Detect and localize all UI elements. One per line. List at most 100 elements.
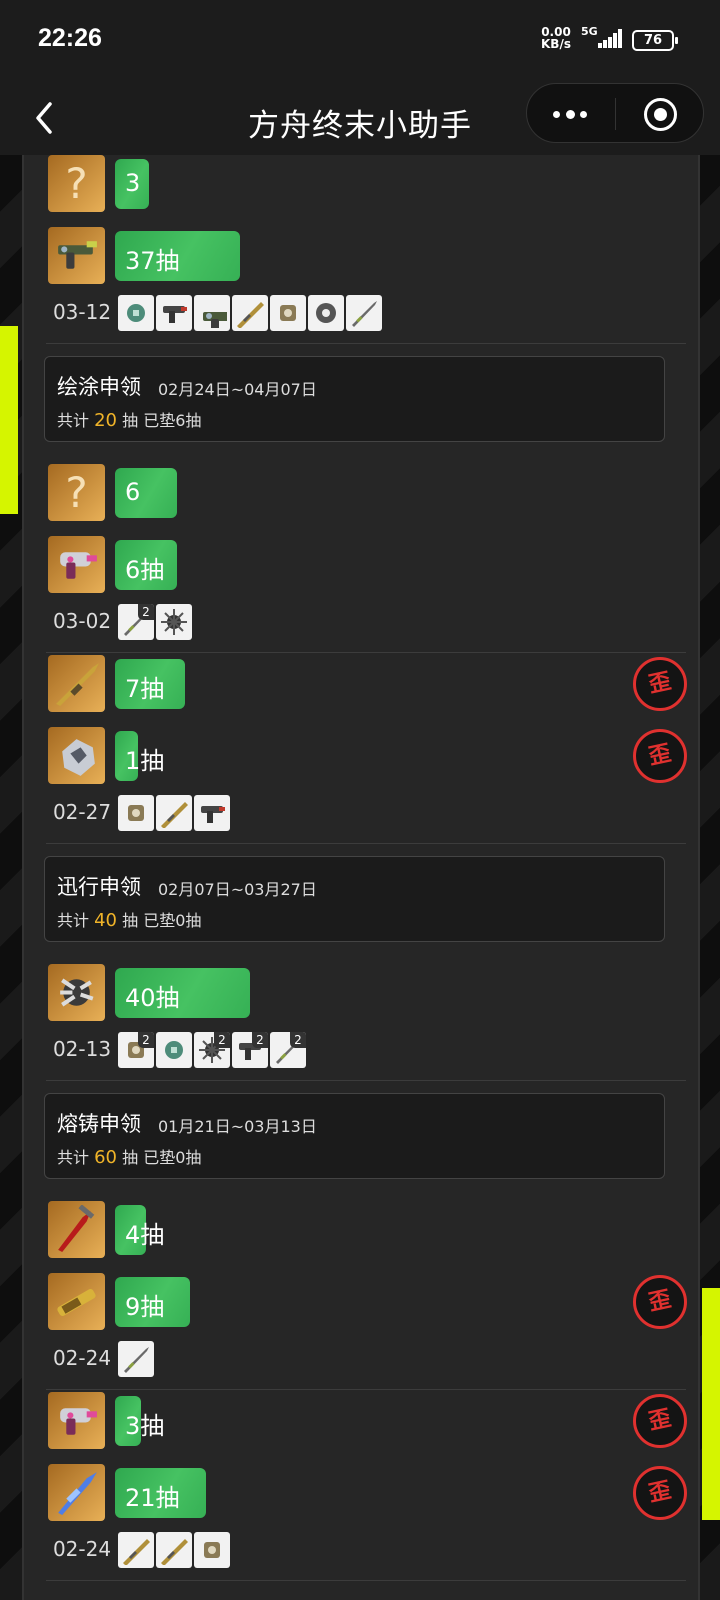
item-count-badge: 2 [138,1032,154,1048]
section-divider [46,343,686,344]
banner-total: 共计 60 抽 已垫0抽 [57,1144,201,1168]
banner-total: 共计 20 抽 已垫6抽 [57,407,201,431]
date-row: 02-24 [48,1341,688,1379]
speed-unit: KB/s [541,37,571,51]
section-divider [46,843,686,844]
item-icons: 2 2 2 2 [118,1032,306,1068]
warp-badge-text: 歪 [646,740,674,771]
warp-badge-icon: 歪 [633,657,687,711]
item-sword-icon: 2 [270,1032,306,1068]
total-count: 20 [94,410,118,431]
item-rod-icon [232,295,268,331]
close-target-icon[interactable] [644,98,677,131]
item-device-icon: 2 [118,1032,154,1068]
pull-count-label: 7抽 [125,675,165,703]
device-icon [280,305,296,321]
total-suffix: 抽 [122,911,139,930]
date-row: 02-27 [48,795,688,833]
record-date: 03-02 [52,609,112,633]
gun-icon [203,312,227,328]
pull-record-row[interactable]: 9抽 歪 [48,1273,688,1331]
date-row: 02-24 [48,1532,688,1570]
weapon-avatar [48,655,105,712]
network-type: 5G [581,25,598,38]
pull-record-row[interactable]: 6抽 [48,536,688,594]
item-gadget-icon [156,1032,192,1068]
warp-badge-icon: 歪 [633,729,687,783]
date-row: 02-13 2 2 2 2 [48,1032,688,1070]
item-rod-icon [156,1532,192,1568]
banner-date-range: 01月21日~03月13日 [158,1117,317,1136]
pull-record-row[interactable]: 37抽 [48,227,688,285]
rod-icon [237,302,264,328]
pull-record-row[interactable]: 3抽 歪 [48,1392,688,1450]
item-device-icon [194,1532,230,1568]
mech-icon [62,739,95,776]
item-icons [118,295,382,331]
more-icon[interactable] [549,99,595,129]
battery-icon: 76 [632,30,678,51]
warp-badge-icon: 歪 [633,1394,687,1448]
item-icons [118,795,230,831]
banner-summary-card[interactable]: 迅行申领 02月07日~03月27日 共计 40 抽 已垫0抽 [44,856,665,942]
item-rod-icon [156,795,192,831]
item-sword-icon [346,295,382,331]
banner-summary-card[interactable]: 熔铸申领 01月21日~03月13日共计 60 抽 已垫0抽 [44,1093,665,1179]
pull-record-row[interactable]: 1抽 歪 [48,727,688,785]
item-sword-icon [118,1341,154,1377]
section-divider [46,1389,686,1390]
pity-count: 已垫0抽 [143,911,202,930]
total-count: 60 [94,1147,118,1168]
item-gadget-icon [118,295,154,331]
item-icons [118,1532,230,1568]
pull-count-label: 1抽 [125,747,165,775]
banner-name: 绘涂申领 [57,375,141,399]
warp-badge-icon: 歪 [633,1466,687,1520]
pull-count-label: 3抽 [125,1412,165,1440]
banner-summary-card[interactable]: 绘涂申领 02月24日~04月07日 共计 20 抽 已垫6抽 [44,356,665,442]
rod-icon [161,1539,188,1565]
pull-count-label: 6抽 [125,556,165,584]
unknown-avatar: ? [48,464,105,521]
item-device-icon [270,295,306,331]
banner-date-range: 02月07日~03月27日 [158,880,317,899]
blade-icon [58,1205,95,1252]
total-suffix: 抽 [122,411,139,430]
pull-count-label: 37抽 [125,247,180,275]
blaster-icon [60,1408,97,1435]
warp-badge-text: 歪 [646,1286,674,1317]
item-spikeball-icon [156,604,192,640]
pull-record-row[interactable]: ? 6 [48,464,688,522]
gun-icon [58,241,97,269]
network-speed: 0.00 KB/s [541,26,571,50]
crystal-sword-icon [58,1472,97,1515]
pull-record-row[interactable]: 21抽 歪 [48,1464,688,1522]
item-count-badge: 2 [290,1032,306,1048]
date-row: 03-12 [48,295,688,333]
weapon-avatar [48,1273,105,1330]
status-bar: 22:26 0.00 KB/s 5G 76 [0,0,720,80]
banner-name: 熔铸申领 [57,1112,141,1136]
sword-icon [352,301,377,327]
weapon-avatar [48,536,105,593]
item-device-icon [118,795,154,831]
pull-record-row[interactable]: 7抽 歪 [48,655,688,713]
section-divider [46,1080,686,1081]
cannon-icon [57,1289,96,1317]
capsule-divider [615,98,616,130]
pull-record-row[interactable]: ? 3 [48,155,688,213]
item-rod-icon [118,1532,154,1568]
mini-program-capsule [526,83,704,143]
pull-record-row[interactable]: 40抽 [48,964,688,1022]
warp-badge-text: 歪 [646,668,674,699]
item-pistol-icon [194,795,230,831]
item-icons [118,1341,154,1377]
pity-count: 已垫0抽 [143,1148,202,1167]
pull-count-label: 3 [125,169,141,197]
pull-count-label: 9抽 [125,1293,165,1321]
spikeball-icon [161,609,187,635]
pull-count-label: 4抽 [125,1221,165,1249]
weapon-avatar [48,227,105,284]
section-divider [46,1580,686,1581]
pull-record-row[interactable]: 4抽 [48,1201,688,1259]
